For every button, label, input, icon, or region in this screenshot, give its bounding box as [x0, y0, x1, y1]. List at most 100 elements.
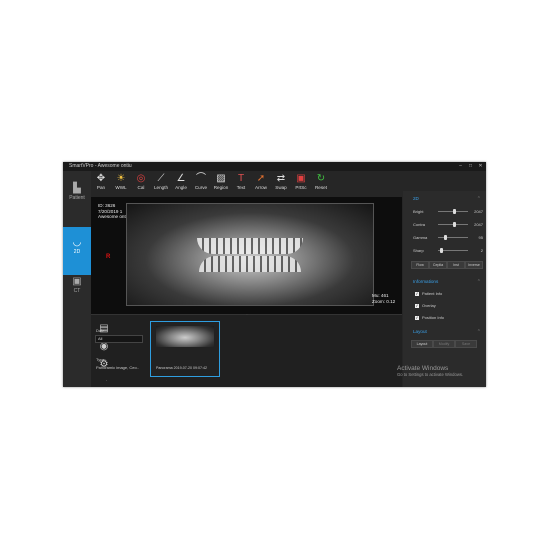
panel-info-title: Informations — [413, 279, 439, 284]
app-window: SmartVPro - Awesome ontiu – □ ✕ ✥ Pan ☀ WWL… — [63, 162, 486, 387]
button-inverse[interactable]: Inverse — [465, 261, 483, 269]
image-viewer[interactable]: ID: 3626 7/20/2019 1 Awesome onti R Mu: 46… — [91, 197, 402, 314]
panoramic-xray-image[interactable] — [126, 203, 374, 306]
layout-button-save[interactable]: Save — [455, 340, 477, 348]
toolbar-label: Reset — [314, 185, 327, 190]
type-value[interactable]: Panoramic image, Ceo.. — [96, 365, 139, 370]
slider-label: Gamma — [413, 235, 428, 240]
checkbox-label: Patient Info — [422, 291, 443, 296]
zoom-overlay: Mu: 461 Zoom: 0.12 — [372, 293, 395, 304]
panel-layout-title: Layout — [413, 329, 427, 334]
sidebar-item-label: Patient — [69, 195, 85, 201]
close-icon[interactable]: ✕ — [476, 162, 485, 171]
layout-button-modify[interactable]: Modify — [433, 340, 455, 348]
toolbar-button-reset[interactable]: ↻ Reset — [311, 173, 331, 195]
button-inst[interactable]: Inst — [447, 261, 465, 269]
target-icon: ◎ — [136, 173, 146, 184]
collapse-icon[interactable]: ⌃ — [477, 196, 481, 202]
sidebar-item-patient[interactable]: ▙ Patient — [63, 183, 91, 213]
more-icon[interactable]: · — [94, 378, 119, 383]
swap-icon: ⇄ — [276, 173, 286, 184]
zoom-line: Zoom: 0.12 — [372, 298, 396, 304]
move-icon: ✥ — [96, 173, 106, 184]
checkbox-overlay[interactable]: ✓ Overlay — [415, 303, 436, 308]
lower-teeth — [199, 256, 301, 272]
date-label: Date: — [96, 328, 106, 333]
checkbox-box[interactable]: ✓ — [415, 303, 419, 308]
sidebar-item-label: 2D — [73, 249, 81, 255]
watermark-title: Activate Windows — [397, 365, 449, 372]
layout-button-layout[interactable]: Layout — [411, 340, 433, 348]
slider-thumb[interactable] — [439, 248, 443, 253]
slider-thumb[interactable] — [453, 209, 456, 214]
text-icon: T — [237, 173, 245, 184]
type-label: Type: — [96, 357, 106, 362]
panel-2d-title: 2D — [413, 196, 419, 201]
slider-thumb[interactable] — [444, 235, 447, 240]
toolbar-button-cal[interactable]: ◎ Cal — [131, 173, 151, 195]
button-ceplia[interactable]: Ceplia — [429, 261, 447, 269]
toolbar-button-text[interactable]: T Text — [231, 173, 251, 195]
slider-track[interactable] — [438, 237, 468, 238]
toolbar-button-arrow[interactable]: ➚ Arrow — [251, 173, 271, 195]
slider-value: 95 — [478, 235, 483, 240]
button-flow[interactable]: Flow — [411, 261, 429, 269]
activation-watermark: Activate Windows Go to Settings to activ… — [397, 365, 463, 377]
checkbox-label: Position Info — [422, 315, 445, 320]
toolbar-button-angle[interactable]: ∠ Angle — [171, 173, 191, 195]
slider-label: Bright — [413, 209, 424, 214]
sun-icon: ☀ — [116, 173, 126, 184]
date-filter-select[interactable]: All — [95, 335, 143, 343]
slider-gamma: Gamma 95 — [413, 234, 483, 241]
watermark-subtitle: Go to Settings to activate Windows. — [397, 372, 464, 377]
toolbar-button-prtsc[interactable]: ▣ PrtSc — [291, 173, 311, 195]
slider-sharp: Sharp 2 — [413, 247, 483, 254]
minimize-icon[interactable]: – — [456, 162, 465, 171]
overlay-line: Awesome onti — [98, 214, 127, 219]
slider-value: 2 — [480, 248, 483, 253]
toolbar-button-curve[interactable]: ⌒ Curve — [191, 173, 211, 195]
collapse-icon[interactable]: ⌃ — [477, 279, 481, 285]
slider-label: Contra — [413, 222, 426, 227]
slider-contra: Contra 2047 — [413, 221, 483, 228]
checkbox-box[interactable]: ✓ — [415, 315, 419, 320]
checkbox-position-info[interactable]: ✓ Position Info — [415, 315, 444, 320]
checkbox-patient-info[interactable]: ✓ Patient Info — [415, 291, 442, 296]
checkbox-label: Overlay — [422, 303, 436, 308]
left-sidebar: ▙ Patient ◡ 2D ▣ CT — [63, 171, 91, 387]
toolbar-button-wwl[interactable]: ☀ WWL — [111, 173, 131, 195]
image-thumbnail[interactable]: Panorama 2019-07-20 09:07:42 — [150, 321, 220, 377]
patient-icon: ▙ — [73, 183, 81, 194]
screenshot-icon: ▣ — [296, 173, 306, 184]
slider-label: Sharp — [413, 248, 424, 253]
checkbox-box[interactable]: ✓ — [415, 291, 419, 296]
slider-thumb[interactable] — [453, 222, 456, 227]
reset-icon: ↻ — [316, 173, 326, 184]
slider-value: 2047 — [474, 209, 483, 214]
sidebar-item-2d[interactable]: ◡ 2D — [63, 227, 91, 275]
maximize-icon[interactable]: □ — [466, 162, 475, 171]
region-icon: ▨ — [216, 173, 226, 184]
collapse-icon[interactable]: ⌃ — [477, 329, 481, 335]
slider-value: 2047 — [474, 222, 483, 227]
orientation-mark: R — [106, 254, 111, 260]
patient-overlay: ID: 3626 7/20/2019 1 Awesome onti — [98, 203, 127, 220]
toolbar-button-region[interactable]: ▨ Region — [211, 173, 231, 195]
ct-icon: ▣ — [72, 276, 82, 287]
toolbar-button-length[interactable]: ⟋ Length — [151, 173, 171, 195]
title-bar: SmartVPro - Awesome ontiu – □ ✕ — [63, 162, 486, 171]
curve-icon: ⌒ — [196, 173, 206, 184]
sidebar-item-ct[interactable]: ▣ CT — [63, 276, 91, 306]
slider-track[interactable] — [438, 250, 468, 251]
right-panel: 2D ⌃ Bright 2047 Contra 2047 Gamma 95 Sharp 2 Flow… — [403, 191, 486, 387]
toolbar-button-pan[interactable]: ✥ Pan — [91, 173, 111, 195]
thumbnail-image — [156, 326, 214, 347]
window-title: SmartVPro - Awesome ontiu — [69, 163, 132, 169]
angle-icon: ∠ — [176, 173, 186, 184]
tooth-arc-icon: ◡ — [72, 237, 82, 248]
ruler-icon: ⟋ — [157, 173, 165, 184]
upper-teeth — [197, 238, 303, 254]
slider-bright: Bright 2047 — [413, 208, 483, 215]
sidebar-item-label: CT — [73, 288, 81, 294]
toolbar-button-swap[interactable]: ⇄ Swap — [271, 173, 291, 195]
